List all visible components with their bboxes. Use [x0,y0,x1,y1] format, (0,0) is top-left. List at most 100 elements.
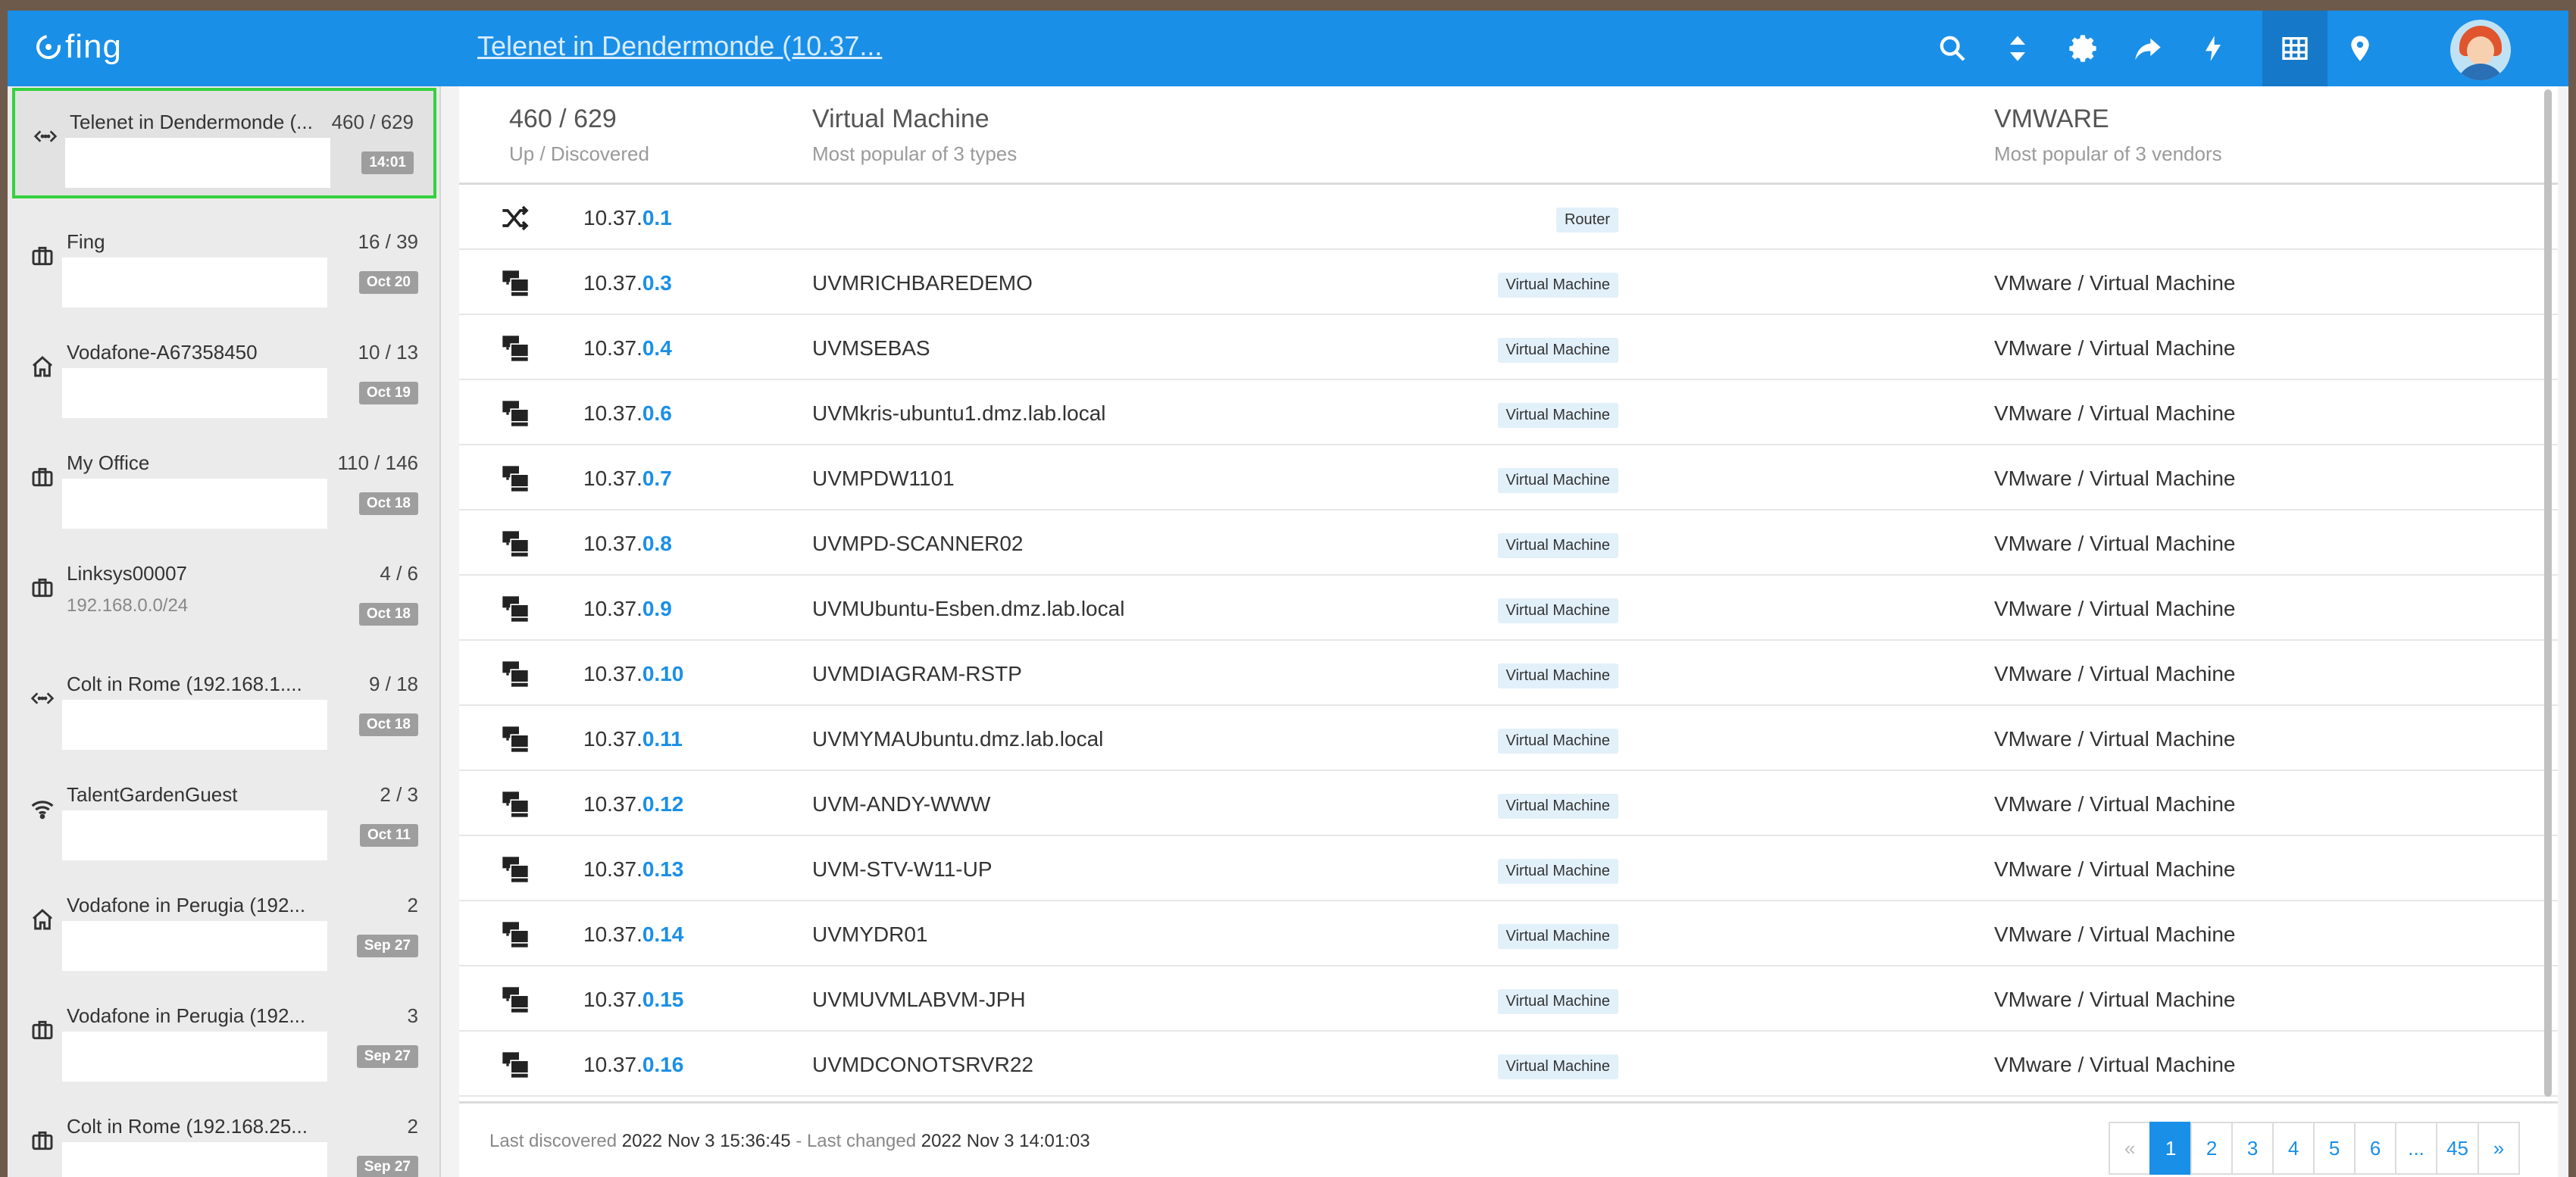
sidebar-network-item[interactable]: Colt in Rome (192.168.25... 2 Sep 27 [8,1092,439,1177]
grid-view-button[interactable] [2262,11,2327,86]
device-vendor: VMware / Virtual Machine [1994,271,2236,295]
device-ip: 10.37.0.9 [583,597,672,620]
ethernet-icon [27,683,58,713]
pagination-page-button[interactable]: 1 [2149,1122,2193,1175]
virtual-machine-icon [500,985,530,1015]
device-vendor: VMware / Virtual Machine [1994,792,2236,816]
device-row[interactable]: 10.37.0.3 UVMRICHBAREDEMO Virtual Machine V… [459,250,2558,315]
network-date-badge: Oct 18 [358,713,418,736]
pagination-page-button[interactable]: 45 [2436,1122,2479,1175]
pagination-page-button[interactable]: ... [2395,1122,2438,1175]
network-preview [62,810,327,860]
network-device-count: 2 [407,1115,418,1138]
share-icon [2135,38,2161,60]
network-device-count: 2 / 3 [380,783,418,806]
virtual-machine-icon [500,594,530,624]
device-row[interactable]: 10.37.0.9 UVMUbuntu-Esben.dmz.lab.local Vi… [459,576,2558,641]
device-row[interactable]: 10.37.0.15 UVMUVMLABVM-JPH Virtual Machine… [459,966,2558,1032]
network-date-badge: Oct 18 [358,492,418,515]
device-type-chip: Virtual Machine [1497,338,1618,363]
briefcase-icon [27,462,58,492]
sort-button[interactable] [1985,11,2050,86]
device-row[interactable]: 10.37.0.13 UVM-STV-W11-UP Virtual Machine V… [459,836,2558,901]
virtual-machine-icon [500,854,530,885]
network-device-count: 9 / 18 [368,673,418,695]
briefcase-icon [27,241,58,271]
device-row[interactable]: 10.37.0.1 Router [459,185,2558,250]
device-type-chip: Virtual Machine [1497,663,1618,688]
bolt-icon [2206,36,2221,61]
sidebar-network-item[interactable]: Linksys00007 4 / 6 192.168.0.0/24 Oct 18 [8,539,439,650]
device-type-chip: Virtual Machine [1497,989,1618,1014]
sidebar-network-item[interactable]: Vodafone in Perugia (192... 3 Sep 27 [8,982,439,1092]
device-name: UVMDCONOTSRVR22 [812,1053,1033,1076]
network-date-badge: Oct 11 [359,824,418,847]
pagination-next-button[interactable]: » [2478,1122,2520,1175]
device-row[interactable]: 10.37.0.12 UVM-ANDY-WWW Virtual Machine VMw… [459,771,2558,836]
device-list-panel: 460 / 629 Up / Discovered Virtual Machin… [459,86,2558,1177]
virtual-machine-icon [500,659,530,689]
device-list-footer: Last discovered 2022 Nov 3 15:36:45 - La… [459,1101,2558,1177]
network-preview [62,700,327,750]
home-icon [27,351,58,382]
settings-button[interactable] [2050,11,2115,86]
sidebar-network-item[interactable]: Vodafone-A67358450 10 / 13 Oct 19 [8,318,439,429]
briefcase-icon [27,1015,58,1045]
network-date-badge: Sep 27 [356,1156,418,1177]
user-avatar[interactable] [2450,20,2511,80]
sidebar-network-item[interactable]: Vodafone in Perugia (192... 2 Sep 27 [8,871,439,982]
network-name: Telenet in Dendermonde (... [70,111,313,133]
sidebar-network-item[interactable]: Fing 16 / 39 Oct 20 [8,208,439,318]
popular-vendor-label: Most popular of 3 vendors [1994,142,2222,165]
device-type-chip: Virtual Machine [1497,729,1618,754]
device-name: UVMPDW1101 [812,467,955,490]
sidebar-network-item[interactable]: My Office 110 / 146 Oct 18 [8,429,439,539]
sidebar-network-item[interactable]: Telenet in Dendermonde (... 460 / 629 14:0… [12,88,436,198]
device-table-scrollbar[interactable] [2544,89,2552,1097]
device-row[interactable]: 10.37.0.8 UVMPD-SCANNER02 Virtual Machine V… [459,510,2558,576]
network-preview [65,138,330,188]
device-row[interactable]: 10.37.0.16 UVMDCONOTSRVR22 Virtual Machine… [459,1032,2558,1097]
search-button[interactable] [1920,11,1985,86]
pagination-page-button[interactable]: 6 [2354,1122,2397,1175]
popular-type-label: Most popular of 3 types [812,142,1018,165]
network-name: Colt in Rome (192.168.25... [67,1115,308,1138]
device-row[interactable]: 10.37.0.11 UVMYMAUbuntu.dmz.lab.local Virt… [459,706,2558,771]
device-vendor: VMware / Virtual Machine [1994,597,2236,620]
pagination-page-button[interactable]: 4 [2272,1122,2315,1175]
share-button[interactable] [2115,11,2181,86]
device-vendor: VMware / Virtual Machine [1994,1053,2236,1076]
device-name: UVMSEBAS [812,336,930,360]
pagination-prev-button[interactable]: « [2109,1122,2152,1175]
device-ip: 10.37.0.7 [583,467,672,490]
device-row[interactable]: 10.37.0.6 UVMkris-ubuntu1.dmz.lab.local Vi… [459,380,2558,445]
virtual-machine-icon [500,724,530,754]
sidebar-scrollbar[interactable] [439,86,441,1177]
grid-icon [2282,37,2308,60]
device-row[interactable]: 10.37.0.7 UVMPDW1101 Virtual Machine VMware… [459,445,2558,510]
device-name: UVMUVMLABVM-JPH [812,988,1026,1011]
device-row[interactable]: 10.37.0.14 UVMYDR01 Virtual Machine VMware … [459,901,2558,966]
pagination-page-button[interactable]: 5 [2313,1122,2356,1175]
map-view-button[interactable] [2327,11,2393,86]
network-name: Fing [67,230,105,253]
device-type-chip: Virtual Machine [1497,468,1618,493]
last-discovered-label: Last discovered [489,1131,617,1151]
sidebar-network-item[interactable]: Colt in Rome (192.168.1.... 9 / 18 Oct 18 [8,650,439,760]
pagination-page-button[interactable]: 2 [2190,1122,2234,1175]
network-preview [62,479,327,529]
fing-logo[interactable]: fing [31,24,122,70]
device-row[interactable]: 10.37.0.10 UVMDIAGRAM-RSTP Virtual Machine… [459,641,2558,706]
sidebar-network-item[interactable]: TalentGardenGuest 2 / 3 Oct 11 [8,760,439,871]
network-device-count: 16 / 39 [358,230,418,253]
network-preview [62,1032,327,1082]
device-name: UVMRICHBAREDEMO [812,271,1033,295]
last-changed-value: 2022 Nov 3 14:01:03 [921,1131,1090,1151]
network-name: Linksys00007 [67,562,187,585]
device-name: UVMUbuntu-Esben.dmz.lab.local [812,597,1125,620]
pagination-page-button[interactable]: 3 [2231,1122,2274,1175]
bolt-button[interactable] [2181,11,2246,86]
device-type-chip: Virtual Machine [1497,533,1618,558]
network-title-link[interactable]: Telenet in Dendermonde (10.37... [477,30,882,62]
device-row[interactable]: 10.37.0.4 UVMSEBAS Virtual Machine VMware /… [459,315,2558,380]
